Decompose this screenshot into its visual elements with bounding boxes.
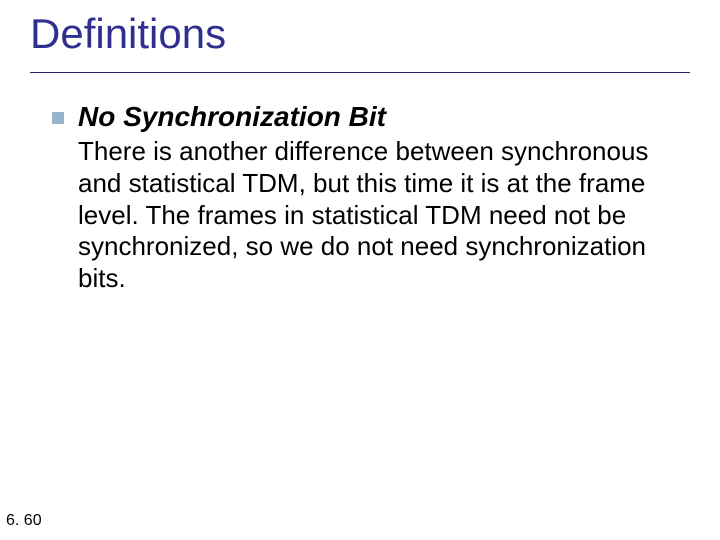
bullet-text: There is another difference between sync… (78, 136, 672, 295)
slide-title: Definitions (30, 10, 226, 58)
page-number: 6. 60 (6, 512, 42, 530)
slide: Definitions No Synchronization Bit There… (0, 0, 720, 540)
square-bullet-icon (52, 112, 64, 124)
bullet-item: No Synchronization Bit (52, 100, 672, 134)
title-divider (30, 72, 690, 73)
bullet-heading: No Synchronization Bit (78, 100, 386, 134)
slide-body: No Synchronization Bit There is another … (52, 100, 672, 295)
